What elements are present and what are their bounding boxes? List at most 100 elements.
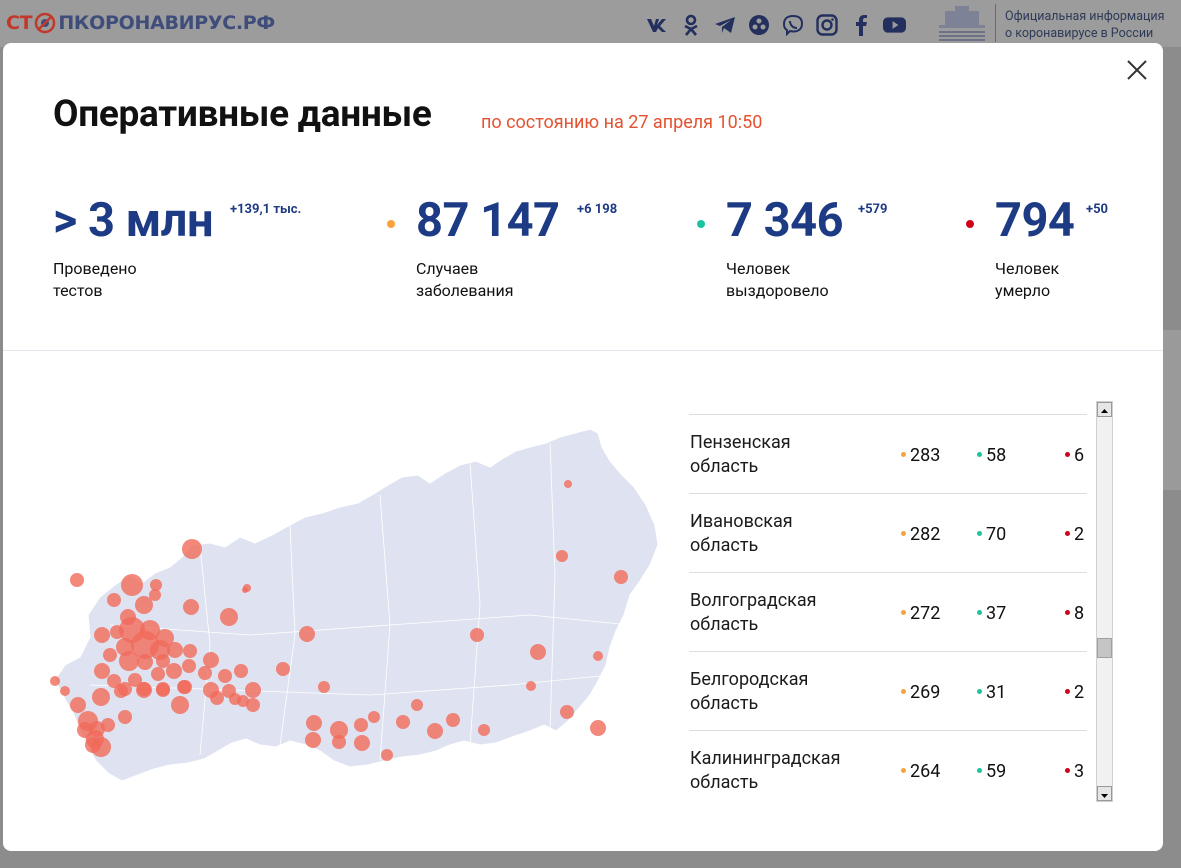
odnoklassniki-icon[interactable] [679, 13, 702, 36]
background-panel-edge [1163, 330, 1181, 490]
case-bubble[interactable] [318, 681, 330, 693]
case-bubble[interactable] [368, 711, 380, 723]
deaths-value: 2 [1065, 524, 1084, 545]
region-name-line: область [690, 614, 759, 635]
case-bubble[interactable] [478, 724, 490, 736]
case-bubble[interactable] [210, 691, 224, 705]
case-bubble[interactable] [593, 651, 603, 661]
case-bubble[interactable] [171, 696, 189, 714]
region-name: Волгоградская область [690, 589, 880, 637]
case-bubble[interactable] [101, 718, 115, 732]
case-bubble[interactable] [183, 599, 199, 615]
case-bubble[interactable] [354, 718, 368, 732]
scroll-thumb[interactable] [1097, 638, 1112, 658]
case-bubble[interactable] [470, 628, 484, 642]
case-bubble[interactable] [183, 644, 197, 658]
deaths-value: 8 [1065, 603, 1084, 624]
deaths-number: 8 [1074, 603, 1085, 624]
case-bubble[interactable] [149, 589, 161, 601]
case-bubble[interactable] [526, 681, 536, 691]
case-bubble[interactable] [60, 686, 70, 696]
case-bubble[interactable] [137, 654, 153, 670]
case-bubble[interactable] [50, 676, 60, 686]
table-row[interactable]: Калининградская область 264 59 3 [689, 730, 1087, 809]
case-bubble[interactable] [85, 737, 101, 753]
case-bubble[interactable] [182, 539, 202, 559]
case-bubble[interactable] [381, 749, 393, 761]
gov-official-info-link[interactable]: Официальная информация о коронавирусе в … [1005, 8, 1165, 42]
case-bubble[interactable] [306, 715, 322, 731]
case-bubble[interactable] [354, 735, 370, 751]
case-bubble[interactable] [118, 710, 132, 724]
case-bubble[interactable] [530, 644, 546, 660]
case-bubble[interactable] [332, 735, 346, 749]
case-bubble[interactable] [590, 720, 606, 736]
case-bubble[interactable] [167, 642, 183, 658]
case-bubble[interactable] [246, 698, 260, 712]
case-bubble[interactable] [70, 697, 86, 713]
case-bubble[interactable] [182, 659, 196, 673]
case-bubble[interactable] [411, 699, 423, 711]
case-bubble[interactable] [107, 593, 121, 607]
case-bubble[interactable] [121, 574, 143, 596]
facebook-icon[interactable] [849, 13, 872, 36]
table-row[interactable]: Волгоградская область 272 37 8 [689, 572, 1087, 651]
case-bubble[interactable] [203, 652, 219, 668]
social-circle-icon[interactable] [747, 13, 770, 36]
case-bubble[interactable] [103, 648, 117, 662]
case-bubble[interactable] [234, 664, 248, 678]
government-emblem-icon[interactable] [933, 3, 991, 43]
table-row[interactable]: Белгородская область 269 31 2 [689, 651, 1087, 730]
case-bubble[interactable] [119, 651, 139, 671]
table-row[interactable]: Пензенская область 283 58 6 [689, 414, 1087, 493]
case-bubble[interactable] [218, 669, 232, 683]
case-bubble[interactable] [560, 705, 574, 719]
case-bubble[interactable] [446, 713, 460, 727]
case-bubble[interactable] [299, 626, 315, 642]
instagram-icon[interactable] [815, 13, 838, 36]
deaths-dot-icon [1065, 530, 1070, 536]
site-logo[interactable]: СТ ПКОРОНАВИРУС.РФ [6, 11, 275, 35]
russia-map[interactable] [50, 425, 660, 800]
case-bubble[interactable] [94, 627, 110, 643]
region-name-line: область [690, 456, 759, 477]
telegram-icon[interactable] [713, 13, 736, 36]
case-bubble[interactable] [94, 663, 110, 679]
stat-value: 7 346 [726, 193, 844, 248]
scroll-down-button[interactable] [1097, 786, 1112, 801]
cases-dot-icon [901, 530, 906, 536]
region-name-line: область [690, 535, 759, 556]
case-bubble[interactable] [245, 682, 261, 698]
stat-label-line: тестов [53, 281, 103, 300]
case-bubble[interactable] [220, 608, 238, 626]
case-bubble[interactable] [70, 573, 84, 587]
close-icon[interactable] [1124, 57, 1150, 83]
case-bubble[interactable] [229, 693, 241, 705]
case-bubble[interactable] [198, 666, 212, 680]
region-name: Пензенская область [690, 431, 880, 479]
case-bubble[interactable] [276, 662, 290, 676]
case-bubble[interactable] [556, 550, 568, 562]
region-name: Калининградская область [690, 747, 880, 795]
table-scrollbar[interactable] [1096, 401, 1113, 802]
case-bubble[interactable] [151, 667, 165, 681]
case-bubble[interactable] [177, 680, 191, 694]
case-bubble[interactable] [427, 723, 443, 739]
viber-icon[interactable] [781, 13, 804, 36]
case-bubble[interactable] [396, 715, 410, 729]
cases-dot-icon [901, 609, 906, 615]
case-bubble[interactable] [305, 732, 321, 748]
case-bubble[interactable] [166, 663, 182, 679]
youtube-icon[interactable] [883, 13, 906, 36]
recovered-number: 70 [986, 524, 1007, 545]
scroll-up-button[interactable] [1097, 402, 1112, 417]
case-bubble[interactable] [92, 688, 110, 706]
case-bubble[interactable] [564, 480, 572, 488]
table-row[interactable]: Ивановская область 282 70 2 [689, 493, 1087, 572]
case-bubble[interactable] [242, 587, 248, 593]
case-bubble[interactable] [614, 570, 628, 584]
case-bubble[interactable] [156, 683, 170, 697]
vk-icon[interactable] [645, 13, 668, 36]
case-bubble[interactable] [118, 682, 132, 696]
case-bubble[interactable] [136, 682, 152, 698]
